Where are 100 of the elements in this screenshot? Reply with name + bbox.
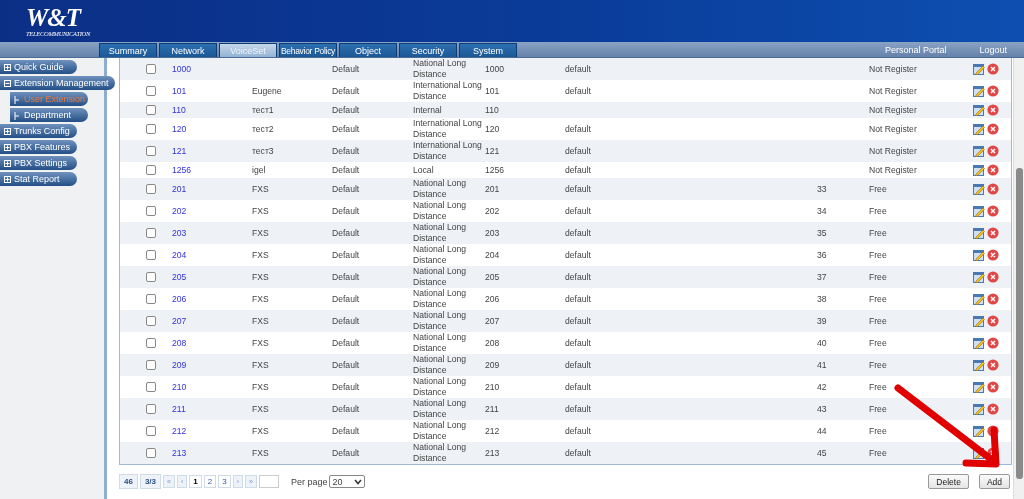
row-checkbox[interactable] [146, 124, 156, 135]
extension-link[interactable]: 121 [172, 145, 187, 156]
sidebar-item[interactable]: PBX Features [0, 140, 77, 154]
row-checkbox[interactable] [146, 294, 156, 305]
row-checkbox[interactable] [146, 426, 156, 437]
extension-link[interactable]: 203 [172, 227, 187, 238]
extension-link[interactable]: 1000 [172, 63, 192, 74]
edit-icon[interactable] [973, 164, 985, 176]
nav-tab[interactable]: Security [399, 43, 457, 57]
edit-icon[interactable] [973, 315, 985, 327]
extension-link[interactable]: 205 [172, 271, 187, 282]
extension-link[interactable]: 206 [172, 293, 187, 304]
extension-link[interactable]: 120 [172, 123, 187, 134]
table-cell: 121 [485, 145, 500, 156]
row-checkbox[interactable] [146, 316, 156, 327]
sidebar-item[interactable]: Quick Guide [0, 60, 77, 74]
table-cell: Local [413, 164, 434, 175]
row-checkbox[interactable] [146, 272, 156, 283]
table-cell: Free [869, 403, 887, 414]
table-cell: 202 [485, 205, 500, 216]
row-checkbox[interactable] [146, 146, 156, 157]
edit-icon[interactable] [973, 249, 985, 261]
row-checkbox[interactable] [146, 404, 156, 415]
edit-icon[interactable] [973, 205, 985, 217]
table-cell: 203 [485, 227, 500, 238]
table-cell: default [565, 381, 591, 392]
nav-tab[interactable]: Summary [99, 43, 157, 57]
table-cell: Free [869, 205, 887, 216]
row-checkbox[interactable] [146, 206, 156, 217]
extension-link[interactable]: 213 [172, 447, 187, 458]
extension-link[interactable]: 201 [172, 183, 187, 194]
extension-link[interactable]: 1256 [172, 164, 192, 175]
row-checkbox[interactable] [146, 64, 156, 75]
table-cell: 38 [817, 293, 827, 304]
table-cell: International Long Distance [413, 80, 482, 101]
sidebar-item[interactable]: Trunks Config [0, 124, 77, 138]
extension-link[interactable]: 101 [172, 85, 187, 96]
sidebar-item[interactable]: PBX Settings [0, 156, 77, 170]
edit-icon[interactable] [973, 183, 985, 195]
edit-icon[interactable] [973, 293, 985, 305]
nav-tab[interactable]: System [459, 43, 517, 57]
extension-link[interactable]: 202 [172, 205, 187, 216]
row-checkbox[interactable] [146, 382, 156, 393]
extension-link[interactable]: 207 [172, 315, 187, 326]
table-cell: National Long Distance [413, 288, 467, 309]
action-button[interactable]: Add [978, 474, 1010, 489]
row-checkbox[interactable] [146, 338, 156, 349]
row-checkbox[interactable] [146, 184, 156, 195]
edit-icon[interactable] [973, 337, 985, 349]
scrollbar-thumb[interactable] [1016, 168, 1023, 479]
edit-icon[interactable] [973, 104, 985, 116]
page-button[interactable]: 3 [218, 475, 231, 488]
sidebar-item[interactable]: Stat Report [0, 172, 77, 186]
edit-icon[interactable] [973, 85, 985, 97]
nav-tab[interactable]: Network [159, 43, 217, 57]
table-cell: 1000 [485, 63, 505, 74]
edit-icon[interactable] [973, 425, 985, 437]
edit-icon[interactable] [973, 359, 985, 371]
extension-link[interactable]: 212 [172, 425, 187, 436]
table-cell: FXS [252, 381, 269, 392]
table-cell: National Long Distance [413, 332, 467, 353]
extension-link[interactable]: 211 [172, 403, 186, 414]
edit-icon[interactable] [973, 403, 985, 415]
extension-link[interactable]: 209 [172, 359, 187, 370]
table-cell: 39 [817, 315, 827, 326]
edit-icon[interactable] [973, 381, 985, 393]
table-cell: 42 [817, 381, 827, 392]
table-cell: default [565, 183, 591, 194]
edit-icon[interactable] [973, 145, 985, 157]
sidebar-subitem[interactable]: Department [10, 108, 88, 122]
per-page-select[interactable]: 20 [329, 475, 366, 488]
extension-link[interactable]: 208 [172, 337, 187, 348]
tree-branch-icon [14, 111, 20, 120]
row-checkbox[interactable] [146, 86, 156, 97]
row-checkbox[interactable] [146, 360, 156, 371]
action-button[interactable]: Delete [928, 474, 969, 489]
page-button[interactable]: 1 [189, 475, 202, 488]
table-cell: 34 [817, 205, 827, 216]
page-button[interactable]: 2 [203, 475, 217, 488]
edit-icon[interactable] [973, 123, 985, 135]
table-cell: Free [869, 381, 887, 392]
row-checkbox[interactable] [146, 448, 156, 459]
table-cell: default [565, 337, 591, 348]
extension-link[interactable]: 110 [172, 104, 186, 115]
table-cell: FXS [252, 249, 269, 260]
extension-link[interactable]: 204 [172, 249, 187, 260]
page-input-field[interactable] [258, 475, 279, 488]
table-cell: National Long Distance [413, 398, 467, 419]
nav-tab[interactable]: Behavior Policy [279, 43, 337, 57]
scrollbar[interactable] [1013, 58, 1024, 499]
row-checkbox[interactable] [146, 105, 156, 116]
edit-icon[interactable] [973, 227, 985, 239]
sidebar-item[interactable]: Extension Management [0, 76, 115, 90]
row-checkbox[interactable] [146, 228, 156, 239]
row-checkbox[interactable] [146, 165, 156, 176]
edit-icon[interactable] [973, 63, 985, 75]
edit-icon[interactable] [973, 271, 985, 283]
nav-tab[interactable]: Object [339, 43, 397, 57]
row-checkbox[interactable] [146, 250, 156, 261]
extension-link[interactable]: 210 [172, 381, 187, 392]
